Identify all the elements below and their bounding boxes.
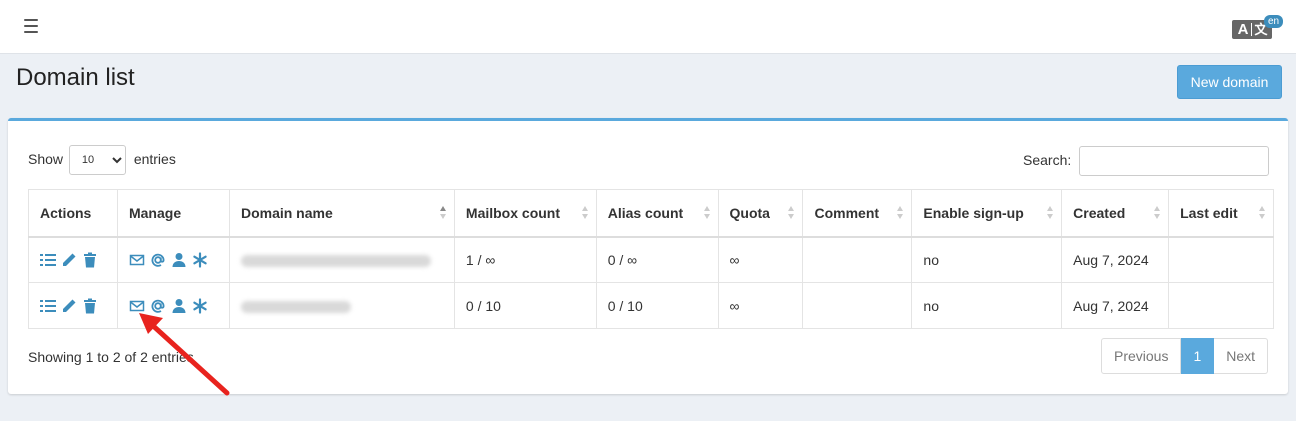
- sort-icon: [1047, 206, 1054, 220]
- column-header-comment[interactable]: Comment: [802, 189, 913, 238]
- table-header-row: Actions Manage Domain name Mailbox count…: [28, 189, 1274, 238]
- column-header-mailbox-count[interactable]: Mailbox count: [453, 189, 597, 238]
- sort-icon: [1154, 206, 1161, 220]
- search-control: Search:: [1023, 145, 1270, 177]
- asterisk-icon[interactable]: [192, 252, 208, 268]
- language-switcher[interactable]: A 文 en: [1232, 15, 1284, 43]
- created-cell: Aug 7, 2024: [1061, 236, 1170, 283]
- table-info: Showing 1 to 2 of 2 entries: [28, 349, 194, 365]
- column-header-created[interactable]: Created: [1061, 189, 1170, 238]
- alias-count-cell: 0 / ∞: [595, 236, 719, 283]
- manage-cell: [116, 236, 230, 283]
- created-cell: Aug 7, 2024: [1061, 282, 1170, 329]
- column-header-actions: Actions: [28, 189, 118, 238]
- page-size-select[interactable]: 10: [68, 145, 126, 176]
- language-code-badge: en: [1264, 15, 1284, 28]
- at-icon[interactable]: [150, 252, 166, 268]
- trash-icon[interactable]: [82, 298, 98, 314]
- mailbox-count-cell: 1 / ∞: [453, 236, 597, 283]
- sort-asc-icon: [439, 206, 446, 220]
- quota-cell: ∞: [717, 282, 804, 329]
- sort-icon: [1259, 206, 1265, 220]
- sort-icon: [581, 206, 588, 220]
- trash-icon[interactable]: [82, 252, 98, 268]
- column-header-quota[interactable]: Quota: [717, 189, 804, 238]
- search-input[interactable]: [1079, 146, 1270, 177]
- alias-count-cell: 0 / 10: [595, 282, 719, 329]
- show-label: Show: [28, 151, 64, 167]
- last-edit-cell: [1168, 236, 1274, 283]
- domain-name-cell[interactable]: [228, 282, 455, 329]
- page-1-button[interactable]: 1: [1181, 338, 1215, 374]
- column-header-manage: Manage: [116, 189, 230, 238]
- list-icon[interactable]: [40, 252, 56, 268]
- domain-name-cell[interactable]: [228, 236, 455, 283]
- page-title: Domain list: [16, 64, 135, 91]
- search-label: Search:: [1023, 152, 1072, 168]
- sort-icon: [788, 206, 795, 220]
- pagination: Previous 1 Next: [1101, 338, 1269, 374]
- signup-cell: no: [911, 282, 1063, 329]
- redacted-domain: [240, 255, 431, 268]
- quota-cell: ∞: [717, 236, 804, 283]
- page-size-control: Show 10 entries: [28, 144, 176, 176]
- list-icon[interactable]: [40, 298, 56, 314]
- top-navbar: A 文 en: [0, 0, 1296, 54]
- user-icon[interactable]: [171, 252, 187, 268]
- pencil-icon[interactable]: [61, 252, 77, 268]
- envelope-icon[interactable]: [129, 298, 145, 314]
- column-header-domain-name[interactable]: Domain name: [228, 189, 455, 238]
- signup-cell: no: [911, 236, 1063, 283]
- envelope-icon[interactable]: [129, 252, 145, 268]
- actions-cell: [28, 282, 118, 329]
- sort-icon: [703, 206, 710, 220]
- sort-icon: [897, 206, 904, 220]
- comment-cell: [802, 236, 913, 283]
- pencil-icon[interactable]: [61, 298, 77, 314]
- manage-cell: [116, 282, 230, 329]
- at-icon[interactable]: [150, 298, 166, 314]
- redacted-domain: [240, 300, 351, 313]
- column-header-enable-signup[interactable]: Enable sign-up: [911, 189, 1063, 238]
- domain-table: Actions Manage Domain name Mailbox count…: [28, 189, 1274, 329]
- user-icon[interactable]: [171, 298, 187, 314]
- asterisk-icon[interactable]: [192, 298, 208, 314]
- column-header-last-edit[interactable]: Last edit: [1168, 189, 1274, 238]
- domain-list-panel: Show 10 entries Search: Actions Manage D…: [8, 118, 1288, 394]
- next-page-button[interactable]: Next: [1214, 338, 1269, 374]
- hamburger-icon[interactable]: [24, 19, 38, 33]
- table-row: 0 / 10 0 / 10 ∞ no Aug 7, 2024: [28, 282, 1274, 329]
- table-row: 1 / ∞ 0 / ∞ ∞ no Aug 7, 2024: [28, 236, 1274, 283]
- actions-cell: [28, 236, 118, 283]
- comment-cell: [802, 282, 913, 329]
- mailbox-count-cell: 0 / 10: [453, 282, 597, 329]
- last-edit-cell: [1168, 282, 1274, 329]
- previous-page-button[interactable]: Previous: [1101, 338, 1182, 374]
- column-header-alias-count[interactable]: Alias count: [595, 189, 719, 238]
- new-domain-button[interactable]: New domain: [1177, 65, 1282, 99]
- entries-label: entries: [133, 151, 176, 167]
